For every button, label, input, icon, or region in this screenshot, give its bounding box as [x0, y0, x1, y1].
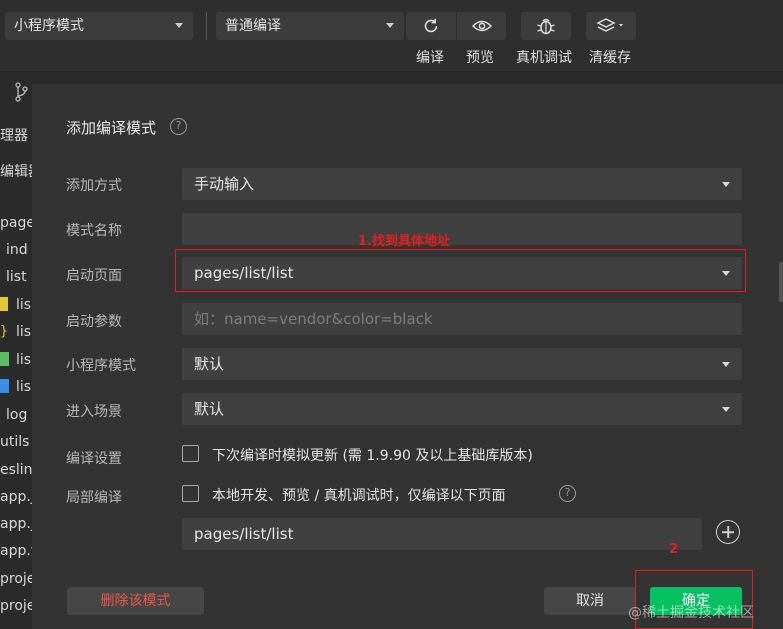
scene-value: 默认: [194, 400, 225, 418]
sidebar-item[interactable]: page: [0, 215, 32, 231]
simulate-update-checkbox[interactable]: [182, 445, 199, 462]
sidebar-item[interactable]: lis: [16, 352, 31, 368]
scene-select[interactable]: 默认: [182, 393, 742, 425]
clear-cache-label: 清缓存: [589, 50, 631, 66]
watermark: @稀土掘金技术社区: [628, 605, 754, 621]
mode-name-input[interactable]: [182, 213, 742, 245]
chevron-down-icon: [722, 362, 730, 367]
add-page-icon[interactable]: [716, 520, 740, 544]
compile-settings-label: 编译设置: [66, 451, 122, 467]
start-params-input[interactable]: 如：name=vendor&color=black: [182, 303, 742, 335]
sidebar-item[interactable]: proje: [0, 598, 32, 614]
add-method-select[interactable]: 手动输入: [182, 168, 742, 200]
annotation-box-start-page: [175, 249, 746, 292]
bug-icon: [537, 18, 555, 35]
eye-icon: [471, 20, 492, 32]
json-file-icon: }: [0, 324, 8, 339]
add-method-label: 添加方式: [66, 178, 122, 194]
sidebar-item[interactable]: lis: [16, 324, 31, 340]
add-compile-mode-dialog: 添加编译模式 ? 添加方式 手动输入 模式名称 启动页面 pages/list/…: [32, 84, 783, 629]
dialog-scrollbar[interactable]: [779, 262, 783, 302]
delete-mode-button[interactable]: 删除该模式: [67, 587, 204, 615]
git-branch-icon: [15, 82, 28, 102]
sidebar-item[interactable]: list: [6, 269, 27, 285]
js-file-icon: [0, 297, 8, 311]
sidebar-item[interactable]: proje: [0, 571, 32, 587]
remote-debug-label: 真机调试: [516, 50, 572, 66]
chevron-down-icon: [386, 23, 394, 28]
mode-select[interactable]: 小程序模式: [5, 12, 193, 40]
sidebar-item[interactable]: log: [6, 407, 27, 423]
partial-compile-label: 局部编译: [66, 490, 122, 506]
sidebar-item[interactable]: lis: [16, 297, 31, 313]
chevron-down-icon: [722, 407, 730, 412]
chevron-down-icon: [722, 182, 730, 187]
layers-icon: [596, 18, 623, 32]
compile-button[interactable]: [406, 12, 456, 40]
file-tree: 理器 编辑器 page ind list lis } lis lis lis l…: [0, 73, 32, 629]
mode-name-label: 模式名称: [66, 223, 122, 239]
wxml-file-icon: [0, 352, 9, 366]
chevron-down-icon: [175, 23, 183, 28]
simulate-update-label: 下次编译时模拟更新 (需 1.9.90 及以上基础库版本): [212, 448, 533, 464]
sidebar-item[interactable]: app.j: [0, 516, 32, 532]
compile-select[interactable]: 普通编译: [216, 12, 404, 40]
refresh-icon: [424, 18, 438, 33]
compile-label: 编译: [416, 50, 444, 66]
sidebar-item[interactable]: app.j: [0, 489, 32, 505]
mini-mode-select[interactable]: 默认: [182, 348, 742, 380]
sidebar-item[interactable]: app.w: [0, 543, 32, 559]
sidebar-item[interactable]: utils: [0, 434, 29, 450]
partial-page-input[interactable]: pages/list/list: [182, 518, 702, 550]
partial-page-value: pages/list/list: [194, 525, 294, 543]
preview-label: 预览: [466, 50, 494, 66]
scene-label: 进入场景: [66, 404, 122, 420]
toolbar: 小程序模式 普通编译 编译 预览 真机调试 清缓存: [0, 0, 783, 72]
start-params-label: 启动参数: [66, 314, 122, 330]
start-params-placeholder: 如：name=vendor&color=black: [194, 310, 433, 328]
partial-compile-checkbox[interactable]: [182, 485, 199, 502]
wxss-file-icon: [0, 379, 9, 393]
annotation-step1: 1.找到具体地址: [358, 234, 450, 249]
add-method-value: 手动输入: [194, 175, 255, 193]
start-page-label: 启动页面: [66, 268, 122, 284]
clear-cache-button[interactable]: [586, 12, 636, 40]
dialog-title: 添加编译模式: [66, 119, 157, 137]
mode-select-value: 小程序模式: [14, 18, 84, 34]
toolbar-divider: [206, 12, 207, 40]
help-icon[interactable]: ?: [170, 118, 187, 135]
sidebar-item[interactable]: 编辑器: [0, 161, 32, 181]
sidebar-item[interactable]: ind: [6, 242, 28, 258]
partial-compile-option-label: 本地开发、预览 / 真机调试时，仅编译以下页面: [212, 488, 506, 504]
cancel-button[interactable]: 取消: [544, 587, 636, 615]
mini-mode-label: 小程序模式: [66, 358, 136, 374]
sidebar-item[interactable]: eslin: [0, 462, 32, 478]
sidebar-item[interactable]: 理器: [0, 125, 28, 145]
help-icon[interactable]: ?: [559, 485, 576, 502]
annotation-step2: 2: [669, 542, 679, 557]
mini-mode-value: 默认: [194, 355, 225, 373]
remote-debug-button[interactable]: [521, 12, 571, 40]
sidebar-item[interactable]: lis: [16, 379, 31, 395]
preview-button[interactable]: [457, 12, 506, 40]
compile-select-value: 普通编译: [225, 18, 281, 34]
